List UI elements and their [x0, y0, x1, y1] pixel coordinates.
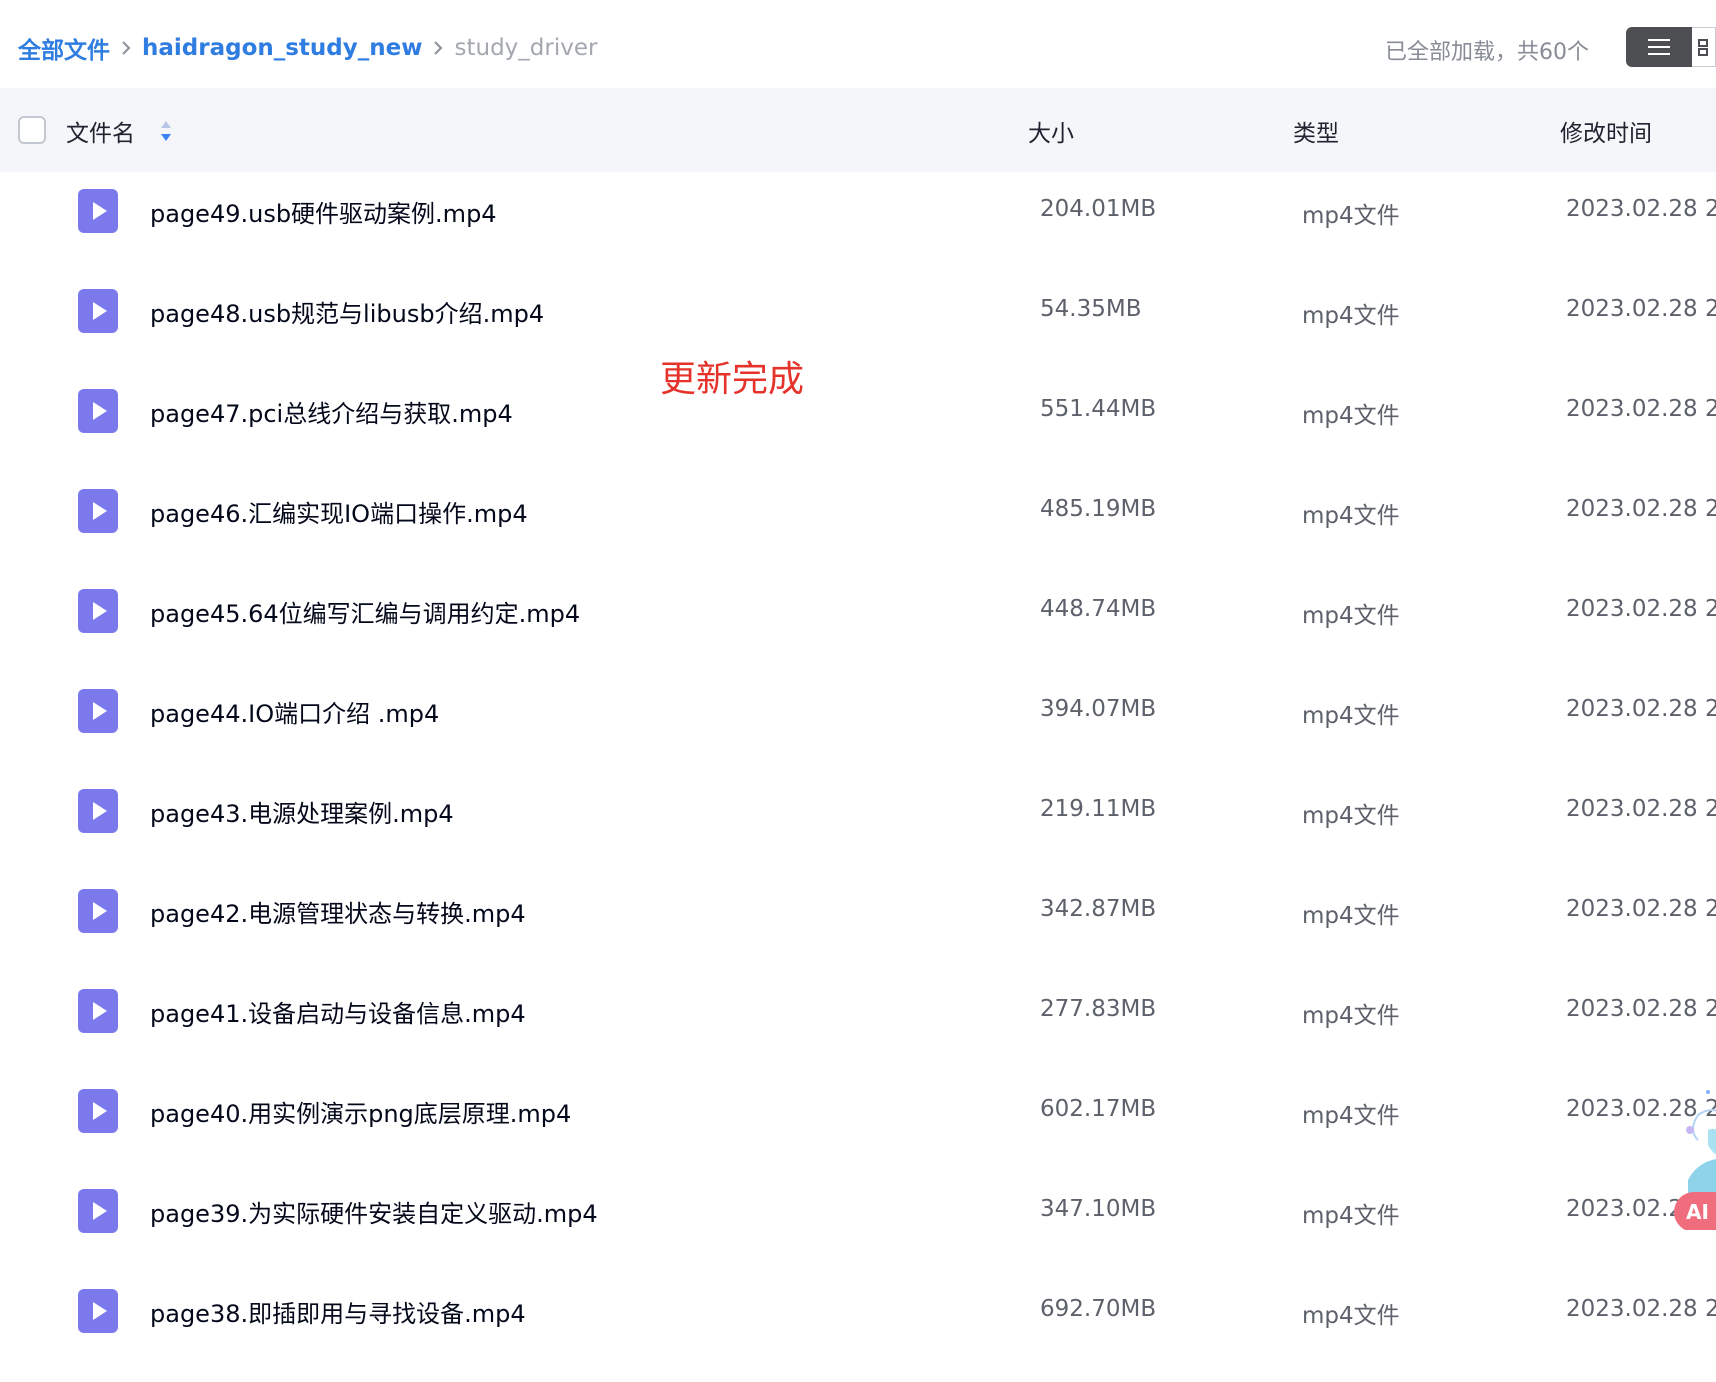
- file-type: mp4文件: [1302, 1103, 1400, 1129]
- file-name[interactable]: page43.电源处理案例.mp4: [150, 794, 454, 829]
- ai-badge[interactable]: AI: [1674, 1192, 1716, 1230]
- file-name[interactable]: page41.设备启动与设备信息.mp4: [150, 994, 526, 1029]
- file-size: 448.74MB: [1040, 596, 1157, 622]
- table-row[interactable]: page45.64位编写汇编与调用约定.mp4 448.74MB mp4文件 2…: [0, 572, 1716, 672]
- view-toggle: [1626, 27, 1716, 67]
- file-modified-time: 2023.02.28 2: [1566, 996, 1716, 1022]
- file-modified-time: 2023.02.28 2: [1566, 696, 1716, 722]
- file-size: 219.11MB: [1040, 796, 1157, 822]
- file-size: 485.19MB: [1040, 496, 1157, 522]
- update-complete-annotation: 更新完成: [660, 359, 805, 400]
- chevron-right-icon: [120, 39, 132, 57]
- file-modified-time: 2023.02.28 2: [1566, 796, 1716, 822]
- video-file-icon: [78, 689, 118, 733]
- video-file-icon: [78, 389, 118, 433]
- video-file-icon: [78, 189, 118, 233]
- file-type: mp4文件: [1302, 1203, 1400, 1229]
- file-name[interactable]: page44.IO端口介绍 .mp4: [150, 694, 439, 729]
- file-modified-time: 2023.02.28 2: [1566, 196, 1716, 222]
- file-type: mp4文件: [1302, 503, 1400, 529]
- column-header-size[interactable]: 大小: [1028, 114, 1074, 148]
- table-row[interactable]: page39.为实际硬件安装自定义驱动.mp4 347.10MB mp4文件 2…: [0, 1172, 1716, 1272]
- table-row[interactable]: page40.用实例演示png底层原理.mp4 602.17MB mp4文件 2…: [0, 1072, 1716, 1172]
- file-name[interactable]: page47.pci总线介绍与获取.mp4: [150, 394, 513, 429]
- video-file-icon: [78, 289, 118, 333]
- table-row[interactable]: page42.电源管理状态与转换.mp4 342.87MB mp4文件 2023…: [0, 872, 1716, 972]
- list-view-icon: [1648, 39, 1670, 55]
- file-type: mp4文件: [1302, 903, 1400, 929]
- top-bar: 全部文件 haidragon_study_new study_driver 已全…: [0, 0, 1716, 88]
- file-type: mp4文件: [1302, 803, 1400, 829]
- file-name[interactable]: page46.汇编实现IO端口操作.mp4: [150, 494, 528, 529]
- file-modified-time: 2023.02.28 2: [1566, 1296, 1716, 1322]
- file-type: mp4文件: [1302, 703, 1400, 729]
- video-file-icon: [78, 989, 118, 1033]
- file-modified-time: 2023.02.28 2: [1566, 296, 1716, 322]
- select-all-checkbox[interactable]: [18, 116, 46, 144]
- file-size: 204.01MB: [1040, 196, 1157, 222]
- file-size: 277.83MB: [1040, 996, 1157, 1022]
- file-name[interactable]: page45.64位编写汇编与调用约定.mp4: [150, 594, 580, 629]
- breadcrumb-parent[interactable]: haidragon_study_new: [142, 35, 422, 61]
- file-modified-time: 2023.02.28 2: [1566, 496, 1716, 522]
- list-view-button[interactable]: [1626, 27, 1692, 67]
- video-file-icon: [78, 789, 118, 833]
- file-name[interactable]: page49.usb硬件驱动案例.mp4: [150, 194, 497, 229]
- file-size: 692.70MB: [1040, 1296, 1157, 1322]
- table-row[interactable]: page47.pci总线介绍与获取.mp4 551.44MB mp4文件 202…: [0, 372, 1716, 472]
- ai-assistant-icon: [1686, 1090, 1716, 1195]
- file-type: mp4文件: [1302, 603, 1400, 629]
- table-row[interactable]: page46.汇编实现IO端口操作.mp4 485.19MB mp4文件 202…: [0, 472, 1716, 572]
- column-header-modified[interactable]: 修改时间: [1560, 114, 1652, 148]
- table-row[interactable]: page38.即插即用与寻找设备.mp4 692.70MB mp4文件 2023…: [0, 1272, 1716, 1372]
- file-name[interactable]: page38.即插即用与寻找设备.mp4: [150, 1294, 526, 1329]
- file-size: 394.07MB: [1040, 696, 1157, 722]
- sort-icon[interactable]: [158, 118, 174, 144]
- chevron-right-icon: [432, 39, 444, 57]
- file-name[interactable]: page48.usb规范与libusb介绍.mp4: [150, 294, 544, 329]
- ai-assistant-widget[interactable]: AI: [1666, 1080, 1716, 1230]
- file-size: 342.87MB: [1040, 896, 1157, 922]
- file-modified-time: 2023.02.28 2: [1566, 396, 1716, 422]
- file-type: mp4文件: [1302, 1303, 1400, 1329]
- file-name[interactable]: page40.用实例演示png底层原理.mp4: [150, 1094, 571, 1129]
- breadcrumb: 全部文件 haidragon_study_new study_driver: [18, 30, 597, 66]
- video-file-icon: [78, 589, 118, 633]
- column-header-name[interactable]: 文件名: [66, 114, 135, 148]
- file-modified-time: 2023.02.28 2: [1566, 596, 1716, 622]
- file-type: mp4文件: [1302, 203, 1400, 229]
- video-file-icon: [78, 889, 118, 933]
- file-type: mp4文件: [1302, 403, 1400, 429]
- column-header-type[interactable]: 类型: [1293, 114, 1339, 148]
- video-file-icon: [78, 1289, 118, 1333]
- table-row[interactable]: page44.IO端口介绍 .mp4 394.07MB mp4文件 2023.0…: [0, 672, 1716, 772]
- file-name[interactable]: page39.为实际硬件安装自定义驱动.mp4: [150, 1194, 598, 1229]
- table-row[interactable]: page49.usb硬件驱动案例.mp4 204.01MB mp4文件 2023…: [0, 172, 1716, 272]
- table-row[interactable]: page48.usb规范与libusb介绍.mp4 54.35MB mp4文件 …: [0, 272, 1716, 372]
- file-size: 551.44MB: [1040, 396, 1157, 422]
- grid-view-button[interactable]: [1692, 27, 1716, 67]
- grid-view-icon: [1698, 39, 1708, 56]
- file-name[interactable]: page42.电源管理状态与转换.mp4: [150, 894, 526, 929]
- file-modified-time: 2023.02.28 2: [1566, 896, 1716, 922]
- video-file-icon: [78, 1189, 118, 1233]
- breadcrumb-root[interactable]: 全部文件: [18, 31, 110, 65]
- table-header: 文件名 大小 类型 修改时间: [0, 88, 1716, 172]
- file-size: 347.10MB: [1040, 1196, 1157, 1222]
- video-file-icon: [78, 489, 118, 533]
- table-row[interactable]: page43.电源处理案例.mp4 219.11MB mp4文件 2023.02…: [0, 772, 1716, 872]
- file-type: mp4文件: [1302, 303, 1400, 329]
- file-size: 54.35MB: [1040, 296, 1142, 322]
- table-row[interactable]: page41.设备启动与设备信息.mp4 277.83MB mp4文件 2023…: [0, 972, 1716, 1072]
- breadcrumb-current: study_driver: [454, 35, 598, 61]
- file-type: mp4文件: [1302, 1003, 1400, 1029]
- video-file-icon: [78, 1089, 118, 1133]
- load-status-text: 已全部加载，共60个: [1385, 40, 1589, 65]
- file-size: 602.17MB: [1040, 1096, 1157, 1122]
